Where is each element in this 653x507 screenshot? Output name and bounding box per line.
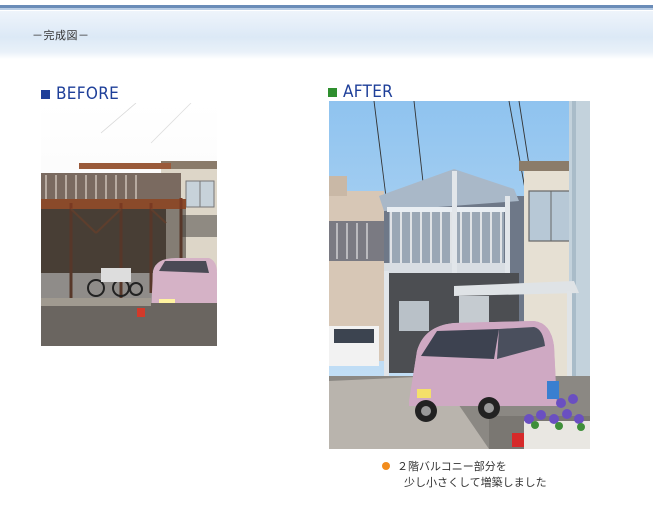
page-title: －完成図－ — [32, 29, 90, 42]
after-photo — [329, 101, 590, 449]
header-top-rule-light — [0, 8, 653, 10]
caption-line-1: ２階バルコニー部分を — [397, 460, 507, 473]
header-band — [0, 11, 653, 59]
before-heading: BEFORE — [41, 84, 119, 104]
house-carport-before-image — [41, 103, 217, 346]
after-heading: AFTER — [328, 82, 393, 102]
square-bullet-icon — [328, 87, 337, 97]
orange-bullet-icon — [382, 462, 390, 470]
before-heading-label: BEFORE — [56, 84, 120, 104]
caption-line-2: 少し小さくして増築しました — [404, 476, 547, 489]
after-heading-label: AFTER — [343, 82, 394, 102]
page: －完成図－ BEFORE AFTER ２階バルコニー部分を 少し小さくして増築し… — [0, 0, 653, 507]
house-balcony-after-image — [329, 101, 590, 449]
before-photo — [41, 103, 217, 346]
square-bullet-icon — [41, 89, 50, 99]
